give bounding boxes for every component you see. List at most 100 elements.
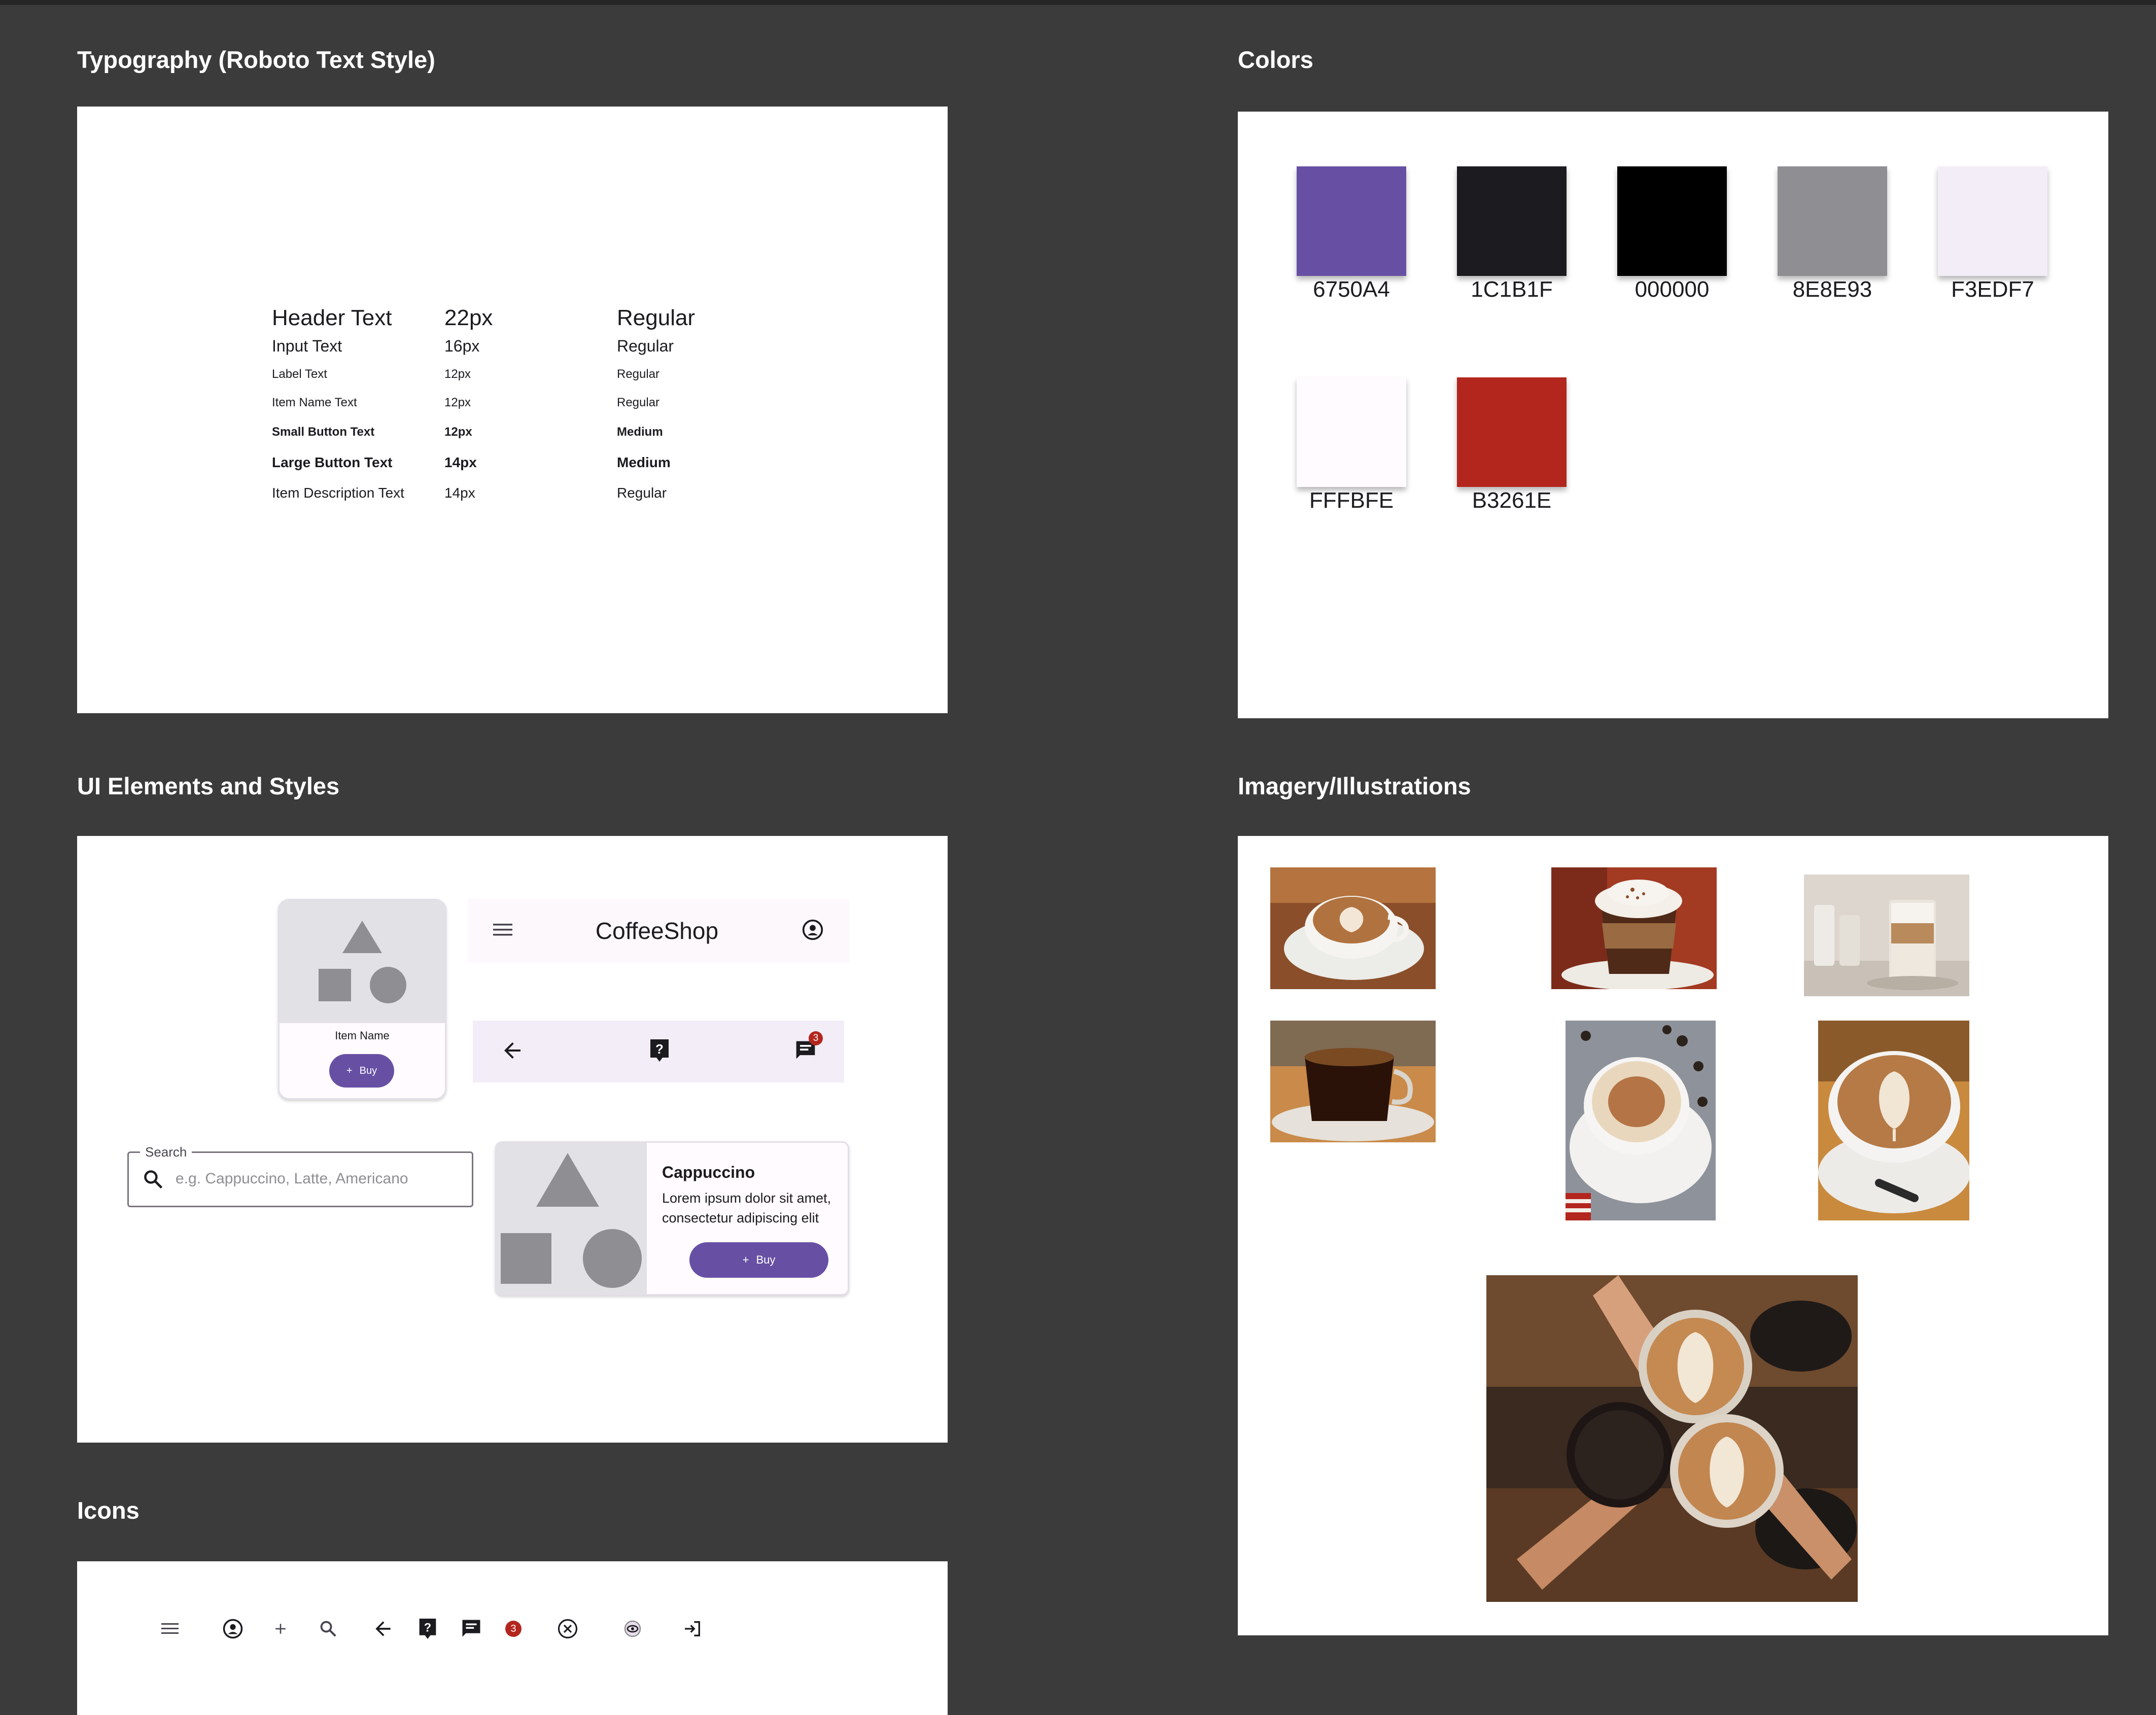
- color-swatch-6: FFFBFE: [1297, 377, 1406, 513]
- type-name: Item Name Text: [272, 396, 357, 409]
- swatch-label: 1C1B1F: [1471, 277, 1553, 302]
- type-weight: Regular: [617, 367, 660, 381]
- buy-label: Buy: [359, 1065, 377, 1076]
- add-icon: +: [742, 1253, 749, 1266]
- item-card[interactable]: Item Name + Buy: [278, 899, 446, 1100]
- type-weight: Regular: [617, 305, 696, 330]
- whipped-cream-mocha-photo: [1551, 867, 1717, 989]
- menu-icon[interactable]: [493, 923, 512, 939]
- shapes-placeholder-icon: [319, 921, 406, 1003]
- type-name: Item Description Text: [272, 485, 404, 501]
- typography-panel: Header Text 22px Regular Input Text 16px…: [77, 107, 948, 713]
- menu-icon: [152, 1611, 188, 1647]
- eye-icon: [615, 1611, 650, 1647]
- svg-text:?: ?: [655, 1041, 664, 1057]
- arrow-back-icon: [365, 1611, 401, 1647]
- type-weight: Regular: [617, 337, 674, 355]
- search-icon: [310, 1611, 346, 1647]
- color-swatch-7: B3261E: [1457, 377, 1567, 513]
- account-circle-icon[interactable]: [802, 919, 824, 943]
- color-swatch-4: 8E8E93: [1778, 166, 1887, 302]
- latte-art-cup-photo: [1270, 867, 1436, 989]
- colors-panel: 6750A4 1C1B1F 000000 8E8E93 F3EDF7 FFFBF…: [1238, 112, 2108, 718]
- icons-row: ? 3: [77, 1611, 948, 1647]
- swatch-fill: [1938, 166, 2047, 276]
- swatch-label: 8E8E93: [1792, 277, 1872, 302]
- type-size: 14px: [444, 454, 477, 470]
- color-swatch-3: 000000: [1617, 166, 1727, 302]
- cappuccino-beans-photo: [1566, 1021, 1716, 1220]
- add-icon: +: [346, 1065, 353, 1076]
- help-icon: ?: [410, 1611, 445, 1647]
- section-title-imagery: Imagery/Illustrations: [1238, 773, 1471, 799]
- swatch-fill: [1457, 166, 1567, 276]
- buy-label: Buy: [756, 1253, 776, 1266]
- type-size: 16px: [444, 337, 480, 355]
- section-title-typography: Typography (Roboto Text Style): [77, 46, 435, 73]
- swatch-label: 6750A4: [1313, 277, 1390, 302]
- search-label: Search: [140, 1144, 192, 1160]
- swatch-fill: [1297, 377, 1406, 487]
- top-app-bar: CoffeeShop: [468, 899, 849, 963]
- swatch-label: 000000: [1635, 277, 1710, 302]
- latte-art-spoon-photo: [1818, 1021, 1969, 1220]
- black-coffee-photo: [1270, 1021, 1436, 1142]
- three-cups-cheers-photo: [1486, 1275, 1858, 1602]
- search-icon: [142, 1168, 164, 1193]
- add-icon: [263, 1611, 298, 1647]
- login-icon: [675, 1611, 710, 1647]
- icons-panel: ? 3: [77, 1561, 948, 1715]
- product-title: Cappuccino: [662, 1163, 755, 1181]
- swatch-label: B3261E: [1472, 488, 1552, 513]
- type-name: Header Text: [272, 305, 392, 330]
- section-title-colors: Colors: [1238, 46, 1313, 73]
- swatch-label: F3EDF7: [1951, 277, 2034, 302]
- type-name: Input Text: [272, 337, 342, 355]
- chat-icon: [454, 1611, 489, 1647]
- arrow-back-icon[interactable]: [500, 1038, 525, 1065]
- notification-badge: 3: [505, 1621, 521, 1637]
- cancel-icon: [550, 1611, 585, 1647]
- swatch-fill: [1297, 166, 1406, 276]
- type-name: Small Button Text: [272, 425, 375, 439]
- app-title: CoffeeShop: [595, 918, 719, 944]
- type-weight: Regular: [617, 396, 660, 409]
- item-image-placeholder: [280, 900, 445, 1023]
- imagery-panel: [1238, 836, 2108, 1635]
- help-icon[interactable]: ?: [648, 1038, 671, 1065]
- swatch-fill: [1457, 377, 1567, 487]
- window-top-border: [0, 0, 2156, 5]
- swatch-fill: [1617, 166, 1727, 276]
- account-circle-icon: [215, 1611, 251, 1647]
- item-name: Item Name: [335, 1029, 390, 1042]
- type-size: 12px: [444, 367, 471, 381]
- color-swatch-1: 6750A4: [1297, 166, 1406, 302]
- product-image-placeholder: [497, 1143, 647, 1294]
- section-title-icons: Icons: [77, 1497, 140, 1524]
- type-name: Large Button Text: [272, 454, 393, 470]
- section-title-ui-elements: UI Elements and Styles: [77, 773, 340, 799]
- shapes-placeholder-icon: [501, 1153, 642, 1288]
- product-buy-button[interactable]: + Buy: [689, 1242, 828, 1278]
- type-size: 12px: [444, 396, 471, 409]
- product-description: Lorem ipsum dolor sit amet, consectetur …: [662, 1191, 831, 1226]
- type-weight: Medium: [617, 454, 671, 470]
- type-name: Label Text: [272, 367, 327, 381]
- swatch-label: FFFBFE: [1309, 488, 1394, 513]
- color-swatch-5: F3EDF7: [1938, 166, 2047, 302]
- ui-elements-panel: Item Name + Buy CoffeeShop ? 3 Search e.…: [77, 836, 948, 1443]
- notification-badge: 3: [809, 1031, 823, 1045]
- type-weight: Regular: [617, 485, 667, 501]
- notification-badge-icon: 3: [496, 1611, 531, 1647]
- item-buy-button[interactable]: + Buy: [329, 1054, 394, 1088]
- type-size: 14px: [444, 485, 475, 501]
- svg-text:?: ?: [424, 1621, 431, 1634]
- chat-icon[interactable]: 3: [794, 1031, 823, 1064]
- type-weight: Medium: [617, 425, 663, 439]
- color-swatch-2: 1C1B1F: [1457, 166, 1567, 302]
- product-card[interactable]: Cappuccino Lorem ipsum dolor sit amet, c…: [495, 1141, 849, 1296]
- type-size: 12px: [444, 425, 472, 439]
- bottom-action-bar: ? 3: [473, 1021, 844, 1082]
- type-size: 22px: [444, 305, 493, 330]
- search-field[interactable]: Search e.g. Cappuccino, Latte, Americano: [127, 1144, 473, 1207]
